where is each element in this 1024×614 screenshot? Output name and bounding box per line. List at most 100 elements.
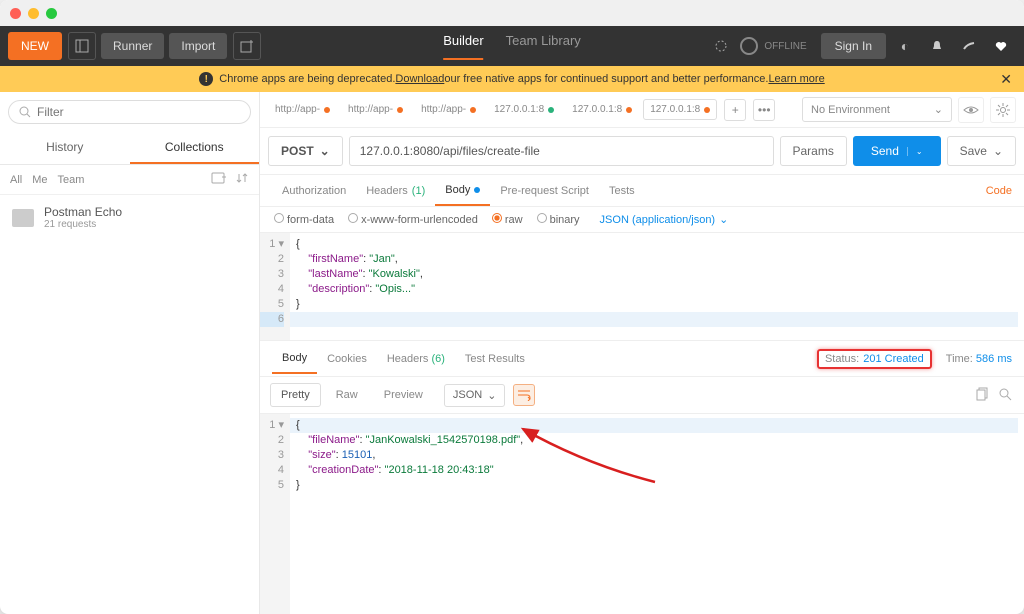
request-tabs-bar: http://app- http://app- http://app- 127.… xyxy=(260,92,1024,128)
tab-options-button[interactable]: ••• xyxy=(753,99,775,121)
history-tab[interactable]: History xyxy=(0,132,130,164)
save-button[interactable]: Save ⌄ xyxy=(947,136,1016,166)
annotation-arrow-icon xyxy=(515,424,665,494)
download-link[interactable]: Download xyxy=(395,73,444,85)
import-button[interactable]: Import xyxy=(169,33,227,59)
scope-all[interactable]: All xyxy=(10,174,22,186)
send-label: Send xyxy=(871,144,899,158)
close-window-icon[interactable] xyxy=(10,8,21,19)
zoom-window-icon[interactable] xyxy=(46,8,57,19)
scope-team[interactable]: Team xyxy=(58,174,85,186)
body-xwww[interactable]: x-www-form-urlencoded xyxy=(348,213,478,226)
filter-input[interactable] xyxy=(37,105,240,119)
collection-item[interactable]: Postman Echo 21 requests xyxy=(0,195,259,240)
new-collection-icon[interactable] xyxy=(211,171,227,188)
body-raw[interactable]: raw xyxy=(492,213,523,226)
layout-toggle-icon[interactable] xyxy=(68,32,96,60)
banner-close-icon[interactable]: ✕ xyxy=(1000,71,1012,88)
search-icon xyxy=(19,106,31,118)
resp-tab-tests[interactable]: Test Results xyxy=(455,345,535,373)
unsaved-dot-icon xyxy=(470,107,476,113)
sync-icon[interactable] xyxy=(708,33,734,59)
code-link[interactable]: Code xyxy=(986,185,1012,197)
heart-icon[interactable] xyxy=(988,33,1014,59)
view-pretty[interactable]: Pretty xyxy=(270,383,321,407)
collection-subtitle: 21 requests xyxy=(44,219,122,230)
method-label: POST xyxy=(281,144,314,158)
unsaved-dot-icon xyxy=(704,107,710,113)
sidebar: History Collections All Me Team xyxy=(0,92,260,614)
view-preview[interactable]: Preview xyxy=(373,383,434,407)
learn-more-link[interactable]: Learn more xyxy=(768,73,824,85)
search-response-icon[interactable] xyxy=(998,387,1012,404)
copy-icon[interactable] xyxy=(976,387,990,404)
scope-me[interactable]: Me xyxy=(32,174,47,186)
environment-select[interactable]: No Environment ⌄ xyxy=(802,97,952,122)
body-formdata[interactable]: form-data xyxy=(274,213,334,226)
settings-icon[interactable] xyxy=(956,33,982,59)
resp-tab-headers[interactable]: Headers (6) xyxy=(377,345,455,373)
globe-icon[interactable]: ◐ xyxy=(892,33,918,59)
request-subtabs: Authorization Headers (1) Body Pre-reque… xyxy=(260,175,1024,207)
deprecation-banner: ! Chrome apps are being deprecated. Down… xyxy=(0,66,1024,92)
resp-tab-cookies[interactable]: Cookies xyxy=(317,345,377,373)
request-tab-0[interactable]: http://app- xyxy=(268,99,337,120)
request-tab-5[interactable]: 127.0.0.1:8 xyxy=(643,99,717,120)
notifications-icon[interactable] xyxy=(924,33,950,59)
minimize-window-icon[interactable] xyxy=(28,8,39,19)
builder-tab[interactable]: Builder xyxy=(443,33,483,60)
response-view-row: Pretty Raw Preview JSON ⌄ xyxy=(260,377,1024,414)
response-tabs: Body Cookies Headers (6) Test Results St… xyxy=(260,341,1024,377)
collections-tab[interactable]: Collections xyxy=(130,132,260,164)
quick-look-icon[interactable] xyxy=(958,97,984,123)
request-tab-1[interactable]: http://app- xyxy=(341,99,410,120)
response-body-code: { "fileName": "JanKowalski_1542570198.pd… xyxy=(290,414,1024,614)
request-row: POST ⌄ Params Send ⌄ Save ⌄ xyxy=(260,128,1024,175)
params-button[interactable]: Params xyxy=(780,136,847,166)
request-body-editor[interactable]: 1 ▾23456 { "firstName": "Jan", "lastName… xyxy=(260,233,1024,341)
team-library-tab[interactable]: Team Library xyxy=(506,33,581,60)
tab-authorization[interactable]: Authorization xyxy=(272,177,356,205)
status-label: Status: xyxy=(825,353,859,365)
chevron-down-icon: ⌄ xyxy=(487,389,496,402)
time-value: 586 ms xyxy=(976,353,1012,365)
content-type-select[interactable]: JSON (application/json) ⌄ xyxy=(600,213,729,226)
request-tab-3[interactable]: 127.0.0.1:8 xyxy=(487,99,561,120)
tab-tests[interactable]: Tests xyxy=(599,177,645,205)
unsaved-dot-icon xyxy=(397,107,403,113)
view-raw[interactable]: Raw xyxy=(325,383,369,407)
chevron-down-icon[interactable]: ⌄ xyxy=(907,147,923,156)
gear-icon[interactable] xyxy=(990,97,1016,123)
request-tab-4[interactable]: 127.0.0.1:8 xyxy=(565,99,639,120)
response-body-editor[interactable]: 1 ▾2345 { "fileName": "JanKowalski_15425… xyxy=(260,414,1024,614)
signin-button[interactable]: Sign In xyxy=(821,33,886,59)
url-input[interactable] xyxy=(349,136,774,166)
chevron-down-icon: ⌄ xyxy=(993,144,1003,158)
tab-prerequest[interactable]: Pre-request Script xyxy=(490,177,599,205)
status-indicator: Status: 201 Created xyxy=(817,349,932,369)
new-tab-button[interactable]: + xyxy=(724,99,746,121)
offline-indicator: OFFLINE xyxy=(740,37,806,55)
body-binary[interactable]: binary xyxy=(537,213,580,226)
resp-tab-body[interactable]: Body xyxy=(272,344,317,374)
wrap-lines-icon[interactable] xyxy=(513,384,535,406)
sidebar-filter[interactable] xyxy=(8,100,251,124)
tab-body[interactable]: Body xyxy=(435,176,490,206)
runner-button[interactable]: Runner xyxy=(101,33,164,59)
mac-titlebar xyxy=(0,0,1024,26)
banner-text-prefix: Chrome apps are being deprecated. xyxy=(219,73,395,85)
response-format-select[interactable]: JSON ⌄ xyxy=(444,384,506,407)
warning-icon: ! xyxy=(199,72,213,86)
request-body-code[interactable]: { "firstName": "Jan", "lastName": "Kowal… xyxy=(290,233,1024,340)
sort-icon[interactable] xyxy=(235,171,249,188)
method-select[interactable]: POST ⌄ xyxy=(268,136,343,166)
line-gutter: 1 ▾23456 xyxy=(260,233,290,340)
folder-icon xyxy=(12,209,34,227)
new-button[interactable]: NEW xyxy=(8,32,62,60)
tab-headers[interactable]: Headers (1) xyxy=(356,177,435,205)
request-tab-2[interactable]: http://app- xyxy=(414,99,483,120)
body-indicator-icon xyxy=(474,187,480,193)
saved-dot-icon xyxy=(548,107,554,113)
send-button[interactable]: Send ⌄ xyxy=(853,136,941,166)
new-window-icon[interactable] xyxy=(233,32,261,60)
